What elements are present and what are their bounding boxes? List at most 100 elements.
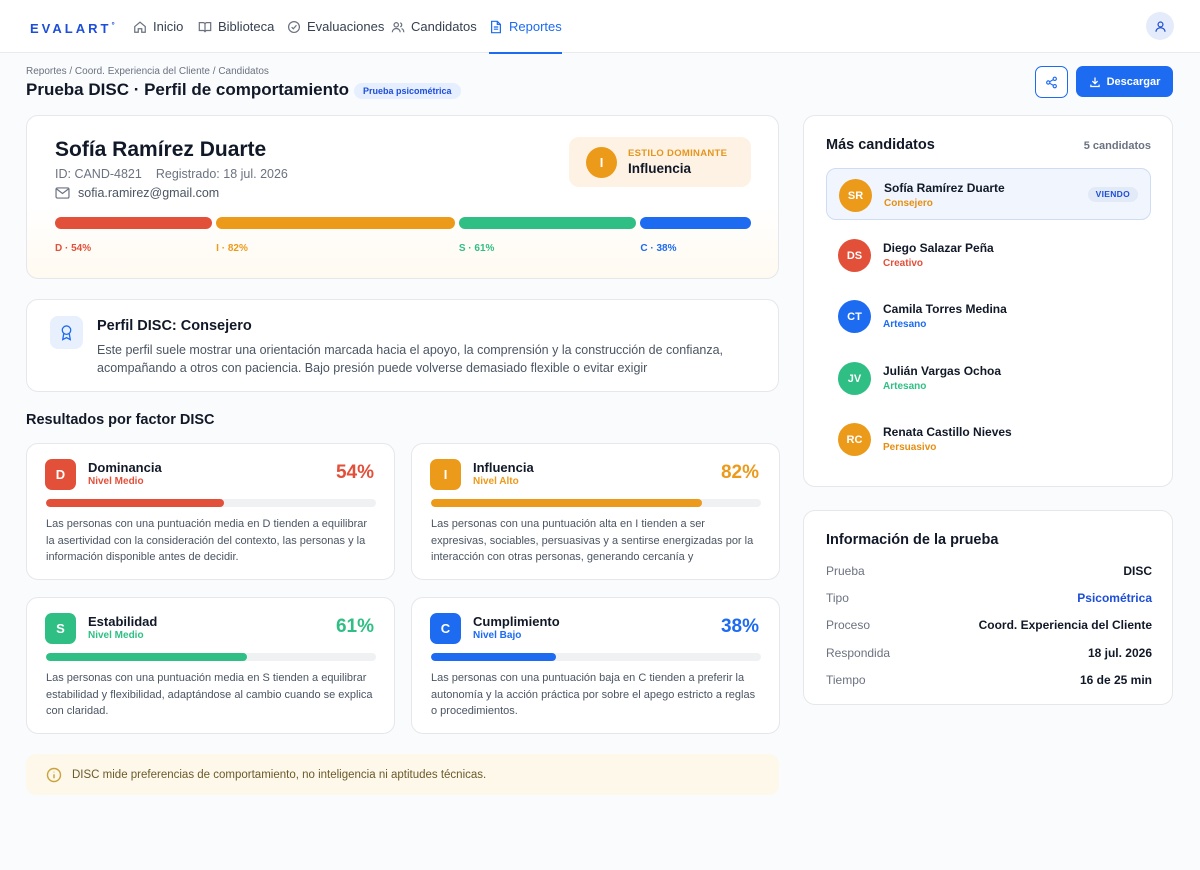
factor-percent: 61% [335, 616, 374, 637]
test-info-card: Información de la prueba Prueba DISC Tipo P… [803, 510, 1173, 705]
factor-description: Las personas con una puntuación baja en … [431, 672, 756, 717]
user-icon [1154, 20, 1166, 32]
dominant-style-box: I ESTILO DOMINANTE Influencia [569, 137, 751, 187]
candidate-list-name: Renata Castillo Nieves [883, 425, 1012, 439]
test-info-value: DISC [1123, 564, 1152, 578]
breadcrumb[interactable]: Reportes / Coord. Experiencia del Client… [26, 66, 269, 77]
nav-item-candidatos[interactable]: Candidatos [391, 0, 477, 53]
nav-label: Inicio [153, 19, 184, 34]
candidate-list-role: Persuasivo [883, 442, 937, 453]
factor-description: Las personas con una puntuación media en… [46, 518, 368, 563]
nav-item-biblioteca[interactable]: Biblioteca [198, 0, 274, 53]
candidate-list-role: Artesano [883, 319, 927, 330]
disc-score-label: S · 61% [458, 243, 495, 254]
factor-percent: 38% [720, 616, 759, 637]
disc-score-segment [458, 217, 637, 229]
factor-progress-fill [431, 499, 702, 507]
factor-level: Nivel Medio [88, 630, 144, 641]
test-info-value: 18 jul. 2026 [1087, 645, 1152, 660]
factor-level: Nivel Medio [88, 476, 144, 487]
candidate-card: Sofía Ramírez Duarte ID: CAND-4821 Regist… [26, 115, 779, 279]
share-button[interactable] [1035, 66, 1068, 98]
factor-description: Las personas con una puntuación media en… [46, 672, 373, 717]
nav-label: Reportes [509, 19, 562, 34]
candidate-registered: Registrado: 18 jul. 2026 [155, 167, 288, 181]
nav-label: Evaluaciones [307, 19, 385, 34]
avatar: RC [838, 423, 871, 456]
disc-score-label: I · 82% [216, 243, 248, 254]
factor-name: Cumplimiento [473, 614, 560, 629]
mail-icon [55, 187, 70, 199]
factor-card-cumplimiento: C Cumplimiento Nivel Bajo 38% Las person… [411, 597, 780, 734]
download-label: Descargar [1106, 75, 1161, 88]
nav-item-inicio[interactable]: Inicio [133, 0, 183, 53]
dominant-style-label: ESTILO DOMINANTE [628, 148, 728, 159]
candidate-list-role: Artesano [883, 381, 927, 392]
factor-letter: D [45, 459, 76, 490]
disc-score-segment [55, 217, 213, 229]
candidate-list-item[interactable]: JV Julián Vargas Ochoa Artesano [826, 352, 1151, 404]
candidate-list-item[interactable]: RC Renata Castillo Nieves Persuasivo [826, 413, 1151, 465]
factor-letter: C [430, 613, 461, 644]
nav-item-evaluaciones[interactable]: Evaluaciones [287, 0, 384, 53]
info-icon [46, 767, 62, 782]
candidate-list-item[interactable]: SR Sofía Ramírez Duarte Consejero VIENDO [826, 168, 1151, 220]
dominant-style-value: Influencia [628, 161, 692, 176]
award-icon [50, 316, 83, 349]
more-candidates-count: 5 candidatos [1083, 140, 1151, 152]
test-info-key: Tipo [826, 591, 849, 606]
test-info-key: Proceso [826, 618, 871, 633]
candidate-meta: ID: CAND-4821 Registrado: 18 jul. 2026 [55, 167, 288, 181]
candidate-name: Sofía Ramírez Duarte [55, 138, 267, 161]
factor-percent: 82% [720, 462, 759, 483]
test-info-key: Prueba [826, 564, 865, 578]
info-note-text: DISC mide preferencias de comportamiento… [72, 768, 487, 781]
factors-section-title: Resultados por factor DISC [26, 412, 215, 428]
candidate-list-item[interactable]: DS Diego Salazar Peña Creativo [826, 229, 1151, 281]
disc-score-label: C · 38% [640, 243, 677, 254]
test-info-key: Respondida [826, 645, 891, 660]
check-circle-icon [287, 20, 301, 33]
page-title: Prueba DISC · Perfil de comportamiento [26, 80, 350, 99]
factor-percent: 54% [335, 462, 374, 483]
more-candidates-title: Más candidatos [826, 137, 935, 153]
info-note: DISC mide preferencias de comportamiento… [26, 754, 779, 795]
candidate-id: ID: CAND-4821 [55, 167, 142, 181]
book-icon [198, 21, 212, 32]
profile-title: Perfil DISC: Consejero [97, 318, 252, 334]
factor-card-dominancia: D Dominancia Nivel Medio 54% Las persona… [26, 443, 395, 580]
candidate-list-role: Creativo [883, 258, 924, 269]
candidate-list-name: Camila Torres Medina [883, 302, 1007, 316]
download-icon [1089, 77, 1100, 87]
factor-description: Las personas con una puntuación alta en … [431, 518, 754, 563]
share-icon [1046, 76, 1057, 88]
more-candidates-card: Más candidatos 5 candidatos SR Sofía Ramí… [803, 115, 1173, 487]
candidate-list-role: Consejero [884, 198, 933, 209]
test-info-value: 16 de 25 min [1079, 672, 1152, 687]
logo[interactable]: EVALART° [30, 21, 115, 36]
user-menu-button[interactable] [1146, 12, 1174, 40]
factor-name: Influencia [473, 460, 534, 475]
factor-level: Nivel Alto [473, 476, 519, 487]
avatar: JV [838, 362, 871, 395]
viewing-badge: VIENDO [1087, 187, 1138, 202]
test-type-badge: Prueba psicométrica [354, 83, 461, 99]
factor-card-estabilidad: S Estabilidad Nivel Medio 61% Las person… [26, 597, 395, 734]
factor-name: Dominancia [88, 460, 162, 475]
dominant-style-letter: I [586, 147, 617, 178]
home-icon [134, 20, 146, 33]
candidate-list-item[interactable]: CT Camila Torres Medina Artesano [826, 290, 1151, 342]
download-button[interactable]: Descargar [1076, 66, 1173, 97]
candidate-list-name: Julián Vargas Ochoa [883, 364, 1002, 378]
candidate-email: sofia.ramirez@gmail.com [55, 186, 219, 200]
profile-description: Este perfil suele mostrar una orientació… [97, 343, 724, 375]
disc-score-segment [640, 217, 751, 229]
candidate-email-text[interactable]: sofia.ramirez@gmail.com [78, 186, 219, 200]
avatar: DS [838, 239, 871, 272]
test-info-value: Psicométrica [1077, 591, 1152, 606]
nav-label: Biblioteca [218, 19, 275, 34]
factor-progress-track [46, 499, 376, 507]
factor-card-influencia: I Influencia Nivel Alto 82% Las personas… [411, 443, 780, 580]
test-info-value: Coord. Experiencia del Cliente [978, 618, 1152, 633]
nav-item-reportes[interactable]: Reportes [489, 0, 562, 54]
